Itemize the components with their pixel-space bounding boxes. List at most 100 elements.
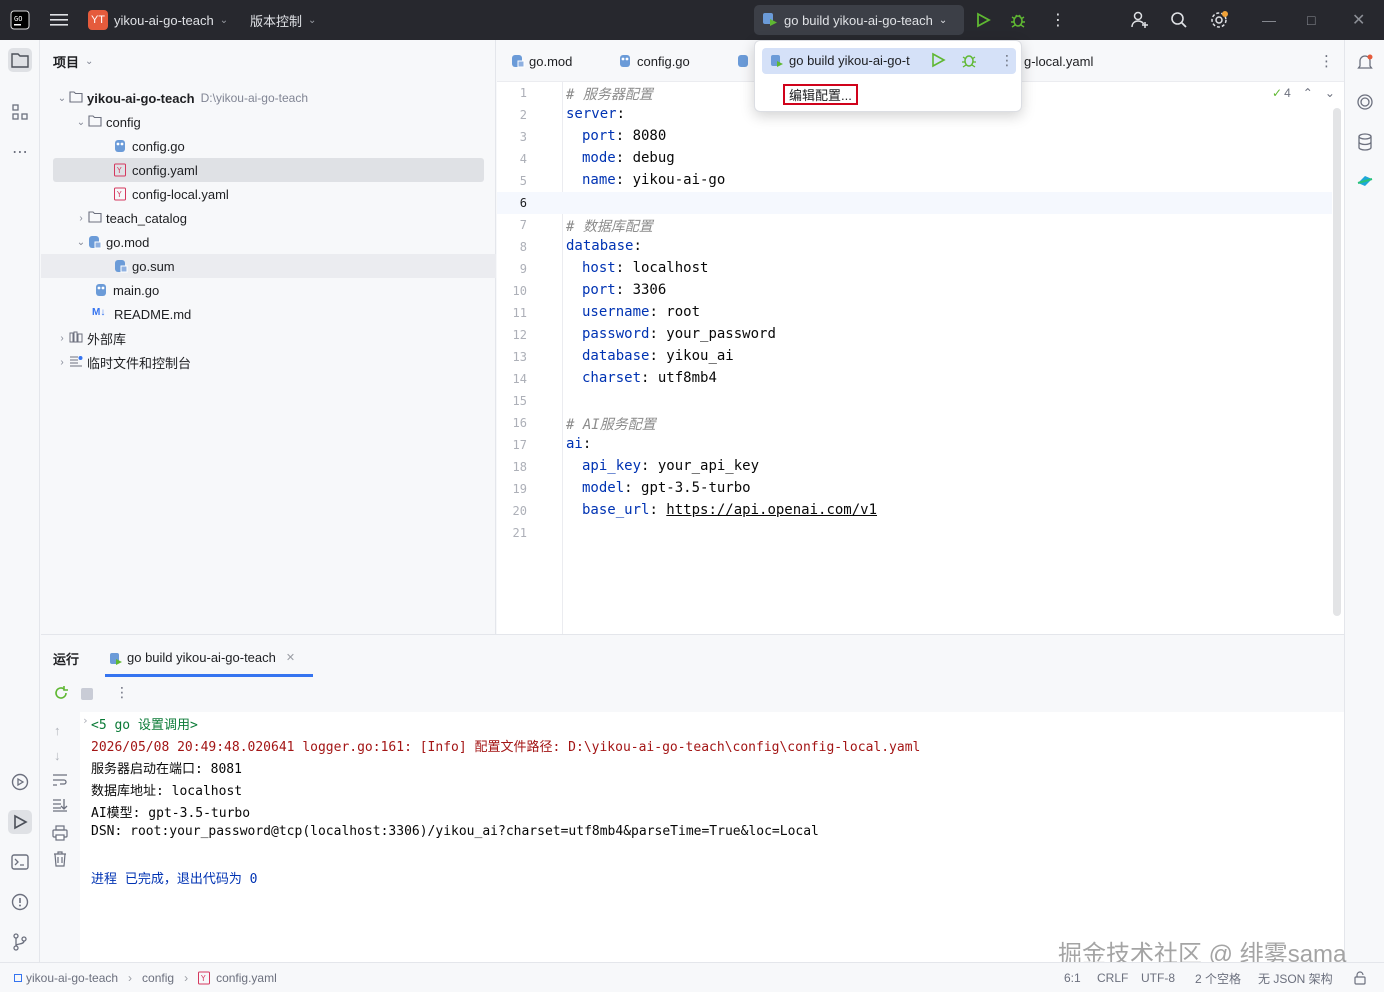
tab-config-local-yaml[interactable]: g-local.yaml xyxy=(1024,40,1093,82)
minimize-icon[interactable]: — xyxy=(1262,0,1276,40)
run-icon[interactable] xyxy=(930,52,946,71)
yaml-colon: : xyxy=(649,502,667,518)
code-line: charset: utf8mb4 xyxy=(582,370,717,386)
line-number: 10 xyxy=(512,284,527,298)
scroll-to-end-icon[interactable] xyxy=(52,798,68,815)
settings-icon[interactable] xyxy=(1209,0,1229,40)
run-icon[interactable] xyxy=(975,0,991,40)
tab-config-go[interactable]: config.go xyxy=(619,40,690,82)
tree-item-config-folder[interactable]: ⌄ config xyxy=(74,110,141,134)
tree-item-go-mod[interactable]: ⌄ go.mod xyxy=(74,230,150,254)
clear-all-icon[interactable] xyxy=(52,851,68,870)
yaml-colon: : xyxy=(624,480,642,496)
problems-tool-icon[interactable] xyxy=(8,890,32,914)
inspection-count: 4 xyxy=(1284,86,1291,100)
lock-icon[interactable] xyxy=(1353,963,1367,992)
rerun-icon[interactable] xyxy=(53,685,69,704)
project-panel-title[interactable]: 项目 ⌄ xyxy=(53,52,93,71)
code-line: port: 3306 xyxy=(582,282,666,298)
console-line: 服务器启动在端口: 8081 xyxy=(91,762,242,777)
go-file-icon xyxy=(737,40,749,82)
chevron-down-icon: ⌄ xyxy=(57,92,67,104)
tabs-more-icon[interactable]: ⋮ xyxy=(1319,40,1334,82)
chevron-right-icon: › xyxy=(60,356,64,368)
tree-item-external-libs[interactable]: › 外部库 xyxy=(55,326,126,350)
print-icon[interactable] xyxy=(52,825,68,844)
terminal-tool-icon[interactable] xyxy=(8,850,32,874)
chevron-right-icon: › xyxy=(79,212,83,224)
project-tool-icon[interactable] xyxy=(8,48,32,72)
go-run-icon xyxy=(762,11,778,30)
search-icon[interactable] xyxy=(1170,0,1188,40)
maximize-icon[interactable]: □ xyxy=(1307,0,1315,40)
chevron-up-icon[interactable]: ⌃ xyxy=(1303,86,1313,100)
tree-item-scratches[interactable]: › 临时文件和控制台 xyxy=(55,350,191,374)
chevron-down-icon[interactable]: ⌄ xyxy=(1325,86,1335,100)
scroll-up-icon[interactable]: ↑ xyxy=(54,723,61,738)
project-badge: YT xyxy=(88,10,108,30)
tree-item-config-go[interactable]: config.go xyxy=(114,134,185,158)
more-icon[interactable]: ⋮ xyxy=(115,684,129,701)
tree-item-teach-catalog[interactable]: › teach_catalog xyxy=(74,206,187,230)
debug-icon[interactable] xyxy=(1009,0,1027,40)
breadcrumb-item[interactable]: config.yaml xyxy=(216,971,277,985)
add-user-icon[interactable] xyxy=(1130,0,1150,40)
vcs-menu[interactable]: 版本控制 ⌄ xyxy=(250,0,316,40)
ai-assistant-icon[interactable] xyxy=(1353,90,1377,114)
more-tools-icon[interactable]: ⋯ xyxy=(8,140,32,164)
notifications-icon[interactable] xyxy=(1353,50,1377,74)
json-schema[interactable]: 无 JSON 架构 xyxy=(1258,963,1333,992)
scratches-icon xyxy=(69,355,83,369)
structure-tool-icon[interactable] xyxy=(8,100,32,124)
line-number: 12 xyxy=(512,328,527,342)
tree-item-label: teach_catalog xyxy=(106,210,187,226)
hamburger-menu-icon[interactable] xyxy=(50,0,68,40)
yaml-value[interactable]: https://api.openai.com/v1 xyxy=(666,502,877,518)
run-tool-icon[interactable] xyxy=(8,810,32,834)
svg-text:Y: Y xyxy=(116,166,122,175)
edit-configurations-item[interactable]: 编辑配置... xyxy=(783,84,858,105)
tree-item-config-yaml[interactable]: Y config.yaml xyxy=(114,158,198,182)
git-tool-icon[interactable] xyxy=(8,930,32,954)
tree-root[interactable]: ⌄ yikou-ai-go-teach D:\yikou-ai-go-teach xyxy=(55,86,308,110)
close-tab-icon[interactable]: ✕ xyxy=(286,651,295,664)
tree-item-readme[interactable]: M↓ README.md xyxy=(92,302,191,326)
console-line: 进程 已完成，退出代码为 0 xyxy=(91,872,258,887)
indent-setting[interactable]: 2 个空格 xyxy=(1195,963,1241,992)
plugin-icon[interactable] xyxy=(1353,168,1377,192)
yaml-colon: : xyxy=(641,458,658,474)
code-line: ai: xyxy=(566,436,591,452)
app-logo-icon[interactable]: GO xyxy=(10,0,30,40)
more-icon[interactable]: ⋮ xyxy=(1050,0,1066,40)
code-line: host: localhost xyxy=(582,260,708,276)
debug-icon[interactable] xyxy=(960,51,978,72)
svg-text:Y: Y xyxy=(200,974,206,983)
stop-icon[interactable] xyxy=(81,688,93,700)
file-encoding[interactable]: UTF-8 xyxy=(1141,963,1175,992)
run-tab[interactable]: go build yikou-ai-go-teach ✕ xyxy=(105,641,313,677)
editor-scrollbar[interactable] xyxy=(1333,108,1341,616)
chevron-down-icon: ⌄ xyxy=(308,14,317,26)
line-separator[interactable]: CRLF xyxy=(1097,963,1128,992)
database-icon[interactable] xyxy=(1353,130,1377,154)
project-switcher[interactable]: YT yikou-ai-go-teach ⌄ xyxy=(88,0,228,40)
services-tool-icon[interactable] xyxy=(8,770,32,794)
tree-item-main-go[interactable]: main.go xyxy=(95,278,159,302)
soft-wrap-icon[interactable] xyxy=(52,773,68,790)
go-mod-icon xyxy=(511,54,525,68)
tree-item-go-sum[interactable]: go.sum xyxy=(114,254,175,278)
inspection-widget[interactable]: ✓ 4 ⌃ ⌄ xyxy=(1272,86,1335,100)
more-icon[interactable]: ⋮ xyxy=(1000,52,1014,69)
tab-go-mod[interactable]: go.mod xyxy=(511,40,572,82)
breadcrumb-item[interactable]: yikou-ai-go-teach xyxy=(26,971,118,985)
status-bar: yikou-ai-go-teach › config › Y config.ya… xyxy=(0,962,1384,992)
caret-position[interactable]: 6:1 xyxy=(1064,963,1081,992)
tree-item-config-local-yaml[interactable]: Y config-local.yaml xyxy=(114,182,229,206)
breadcrumb-item[interactable]: config xyxy=(142,971,174,985)
yaml-key: port xyxy=(582,128,616,144)
line-number: 17 xyxy=(512,438,527,452)
close-icon[interactable]: ✕ xyxy=(1352,0,1365,40)
popup-run-item[interactable]: go build yikou-ai-go-t ⋮ xyxy=(762,48,1016,74)
run-config-selector[interactable]: go build yikou-ai-go-teach ⌄ xyxy=(754,5,964,35)
scroll-down-icon[interactable]: ↓ xyxy=(54,748,61,763)
